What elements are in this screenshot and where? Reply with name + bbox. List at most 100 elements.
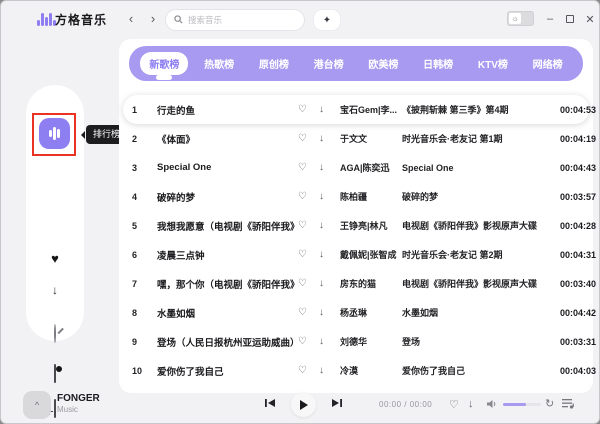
search-box[interactable] — [165, 9, 305, 31]
minimize-button[interactable]: – — [541, 10, 559, 28]
time-current: 00:00 — [379, 400, 402, 409]
song-title: 水墨如烟 — [157, 306, 298, 320]
download-arrow-icon[interactable]: ↓ — [319, 365, 340, 376]
tab-4[interactable]: 港台榜 — [301, 46, 356, 81]
nav-forward-button[interactable]: › — [143, 8, 163, 30]
song-list: 1 行走的鱼 ♡ ↓ 宝石Gem|李... 《披荆斩棘 第三季》第4期 00:0… — [123, 95, 589, 385]
download-arrow-icon[interactable]: ↓ — [319, 133, 340, 144]
song-album: 时光音乐会·老友记 第2期 — [402, 248, 560, 261]
tab-2[interactable]: 热歌榜 — [192, 46, 247, 81]
close-button[interactable]: ✕ — [581, 10, 599, 28]
song-rank: 9 — [132, 337, 157, 347]
song-duration: 00:04:42 — [560, 308, 596, 318]
song-row[interactable]: 1 行走的鱼 ♡ ↓ 宝石Gem|李... 《披荆斩棘 第三季》第4期 00:0… — [123, 95, 589, 124]
heart-outline-icon[interactable]: ♡ — [298, 220, 319, 231]
time-total: 00:00 — [410, 400, 433, 409]
heart-outline-icon[interactable]: ♡ — [298, 278, 319, 289]
sidebar-item-radio[interactable] — [26, 325, 84, 343]
download-arrow-icon[interactable]: ↓ — [319, 191, 340, 202]
repeat-button[interactable]: ↻ — [545, 397, 554, 410]
song-row[interactable]: 3 Special One ♡ ↓ AGA|陈奕迅 Special One 00… — [123, 153, 589, 182]
volume-slider[interactable] — [503, 403, 541, 406]
download-arrow-icon[interactable]: ↓ — [319, 249, 340, 260]
song-title: 嘿，那个你（电视剧《骄阳伴我》... — [157, 277, 298, 291]
heart-outline-icon[interactable]: ♡ — [298, 162, 319, 173]
song-title: 《体面》 — [157, 132, 298, 146]
song-rank: 4 — [132, 192, 157, 202]
heart-outline-icon[interactable]: ♡ — [298, 249, 319, 260]
song-rank: 8 — [132, 308, 157, 318]
sparkle-button[interactable]: ✦ — [313, 9, 341, 31]
song-duration: 00:04:43 — [560, 163, 596, 173]
tab-8[interactable]: 网络榜 — [520, 46, 575, 81]
download-arrow-icon[interactable]: ↓ — [319, 307, 340, 318]
caret-up-icon: ^ — [35, 400, 39, 410]
song-row[interactable]: 10 爱你伤了我自己 ♡ ↓ 冷漠 爱你伤了我自己 00:04:03 — [123, 356, 589, 385]
favorite-button[interactable]: ♡ — [449, 398, 459, 411]
tab-label: 港台榜 — [305, 52, 353, 75]
tab-3[interactable]: 原创榜 — [247, 46, 302, 81]
download-button[interactable]: ↓ — [468, 398, 474, 410]
song-duration: 00:04:31 — [560, 250, 596, 260]
playlist-button[interactable] — [562, 398, 574, 409]
song-duration: 00:04:03 — [560, 366, 596, 376]
nav-back-button[interactable]: ‹ — [121, 8, 141, 30]
active-tab-indicator — [156, 75, 172, 80]
avatar[interactable]: ^ — [23, 391, 51, 419]
heart-outline-icon[interactable]: ♡ — [298, 191, 319, 202]
sparkle-icon: ✦ — [323, 15, 331, 26]
song-artist: 宝石Gem|李... — [340, 103, 402, 116]
song-title: 我想我愿意（电视剧《骄阳伴我》... — [157, 219, 298, 233]
download-arrow-icon: ↓ — [468, 398, 474, 410]
download-arrow-icon[interactable]: ↓ — [319, 336, 340, 347]
previous-track-button[interactable] — [265, 398, 276, 408]
song-rank: 3 — [132, 163, 157, 173]
maximize-button[interactable] — [561, 10, 579, 28]
song-row[interactable]: 9 登场（人民日报杭州亚运助威曲） ♡ ↓ 刘德华 登场 00:03:31 — [123, 327, 589, 356]
heart-outline-icon[interactable]: ♡ — [298, 307, 319, 318]
tab-7[interactable]: KTV榜 — [466, 46, 521, 81]
song-artist: 冷漠 — [340, 364, 402, 377]
tab-6[interactable]: 日韩榜 — [411, 46, 466, 81]
song-row[interactable]: 5 我想我愿意（电视剧《骄阳伴我》... ♡ ↓ 王铮亮|林凡 电视剧《骄阳伴我… — [123, 211, 589, 240]
playlist-icon — [562, 398, 574, 409]
next-icon — [331, 398, 342, 408]
heart-outline-icon[interactable]: ♡ — [298, 336, 319, 347]
sidebar-item-favorites[interactable]: ♥ — [26, 251, 84, 266]
heart-outline-icon[interactable]: ♡ — [298, 104, 319, 115]
download-arrow-icon[interactable]: ↓ — [319, 278, 340, 289]
download-arrow-icon[interactable]: ↓ — [319, 162, 340, 173]
song-row[interactable]: 7 嘿，那个你（电视剧《骄阳伴我》... ♡ ↓ 房东的猫 电视剧《骄阳伴我》影… — [123, 269, 589, 298]
maximize-icon — [566, 15, 574, 23]
song-row[interactable]: 6 凌晨三点钟 ♡ ↓ 戴佩妮|张智成 时光音乐会·老友记 第2期 00:04:… — [123, 240, 589, 269]
brand-subtitle: Music — [57, 405, 100, 414]
search-input[interactable] — [188, 15, 296, 25]
heart-outline-icon[interactable]: ♡ — [298, 133, 319, 144]
download-arrow-icon[interactable]: ↓ — [319, 220, 340, 231]
heart-outline-icon[interactable]: ♡ — [298, 365, 319, 376]
song-row[interactable]: 8 水墨如烟 ♡ ↓ 杨丞琳 水墨如烟 00:04:42 — [123, 298, 589, 327]
song-duration: 00:03:57 — [560, 192, 596, 202]
song-artist: 刘德华 — [340, 335, 402, 348]
volume-slider-fill — [503, 403, 526, 406]
tab-label: 新歌榜 — [140, 52, 188, 75]
song-duration: 00:03:31 — [560, 337, 596, 347]
tab-1[interactable]: 新歌榜 — [137, 46, 192, 81]
song-album: 爱你伤了我自己 — [402, 364, 560, 377]
song-duration: 00:04:19 — [560, 134, 596, 144]
song-row[interactable]: 2 《体面》 ♡ ↓ 于文文 时光音乐会·老友记 第1期 00:04:19 — [123, 124, 589, 153]
next-track-button[interactable] — [331, 398, 342, 408]
download-arrow-icon[interactable]: ↓ — [319, 104, 340, 115]
song-artist: 于文文 — [340, 132, 402, 145]
song-artist: 戴佩妮|张智成 — [340, 248, 402, 261]
play-button[interactable] — [291, 392, 316, 417]
theme-toggle[interactable]: ☼ — [507, 11, 534, 26]
song-row[interactable]: 4 破碎的梦 ♡ ↓ 陈柏疆 破碎的梦 00:03:57 — [123, 182, 589, 211]
main-content: 新歌榜 热歌榜 原创榜 港台榜 欧美榜 日韩榜 KTV榜 网络榜 1 行走的鱼 … — [119, 39, 593, 393]
sidebar-item-toggle[interactable] — [26, 365, 84, 383]
sidebar-item-downloads[interactable]: ↓ — [26, 283, 84, 297]
tab-5[interactable]: 欧美榜 — [356, 46, 411, 81]
song-duration: 00:04:53 — [560, 105, 596, 115]
volume-button[interactable] — [487, 399, 498, 409]
song-album: Special One — [402, 163, 560, 173]
